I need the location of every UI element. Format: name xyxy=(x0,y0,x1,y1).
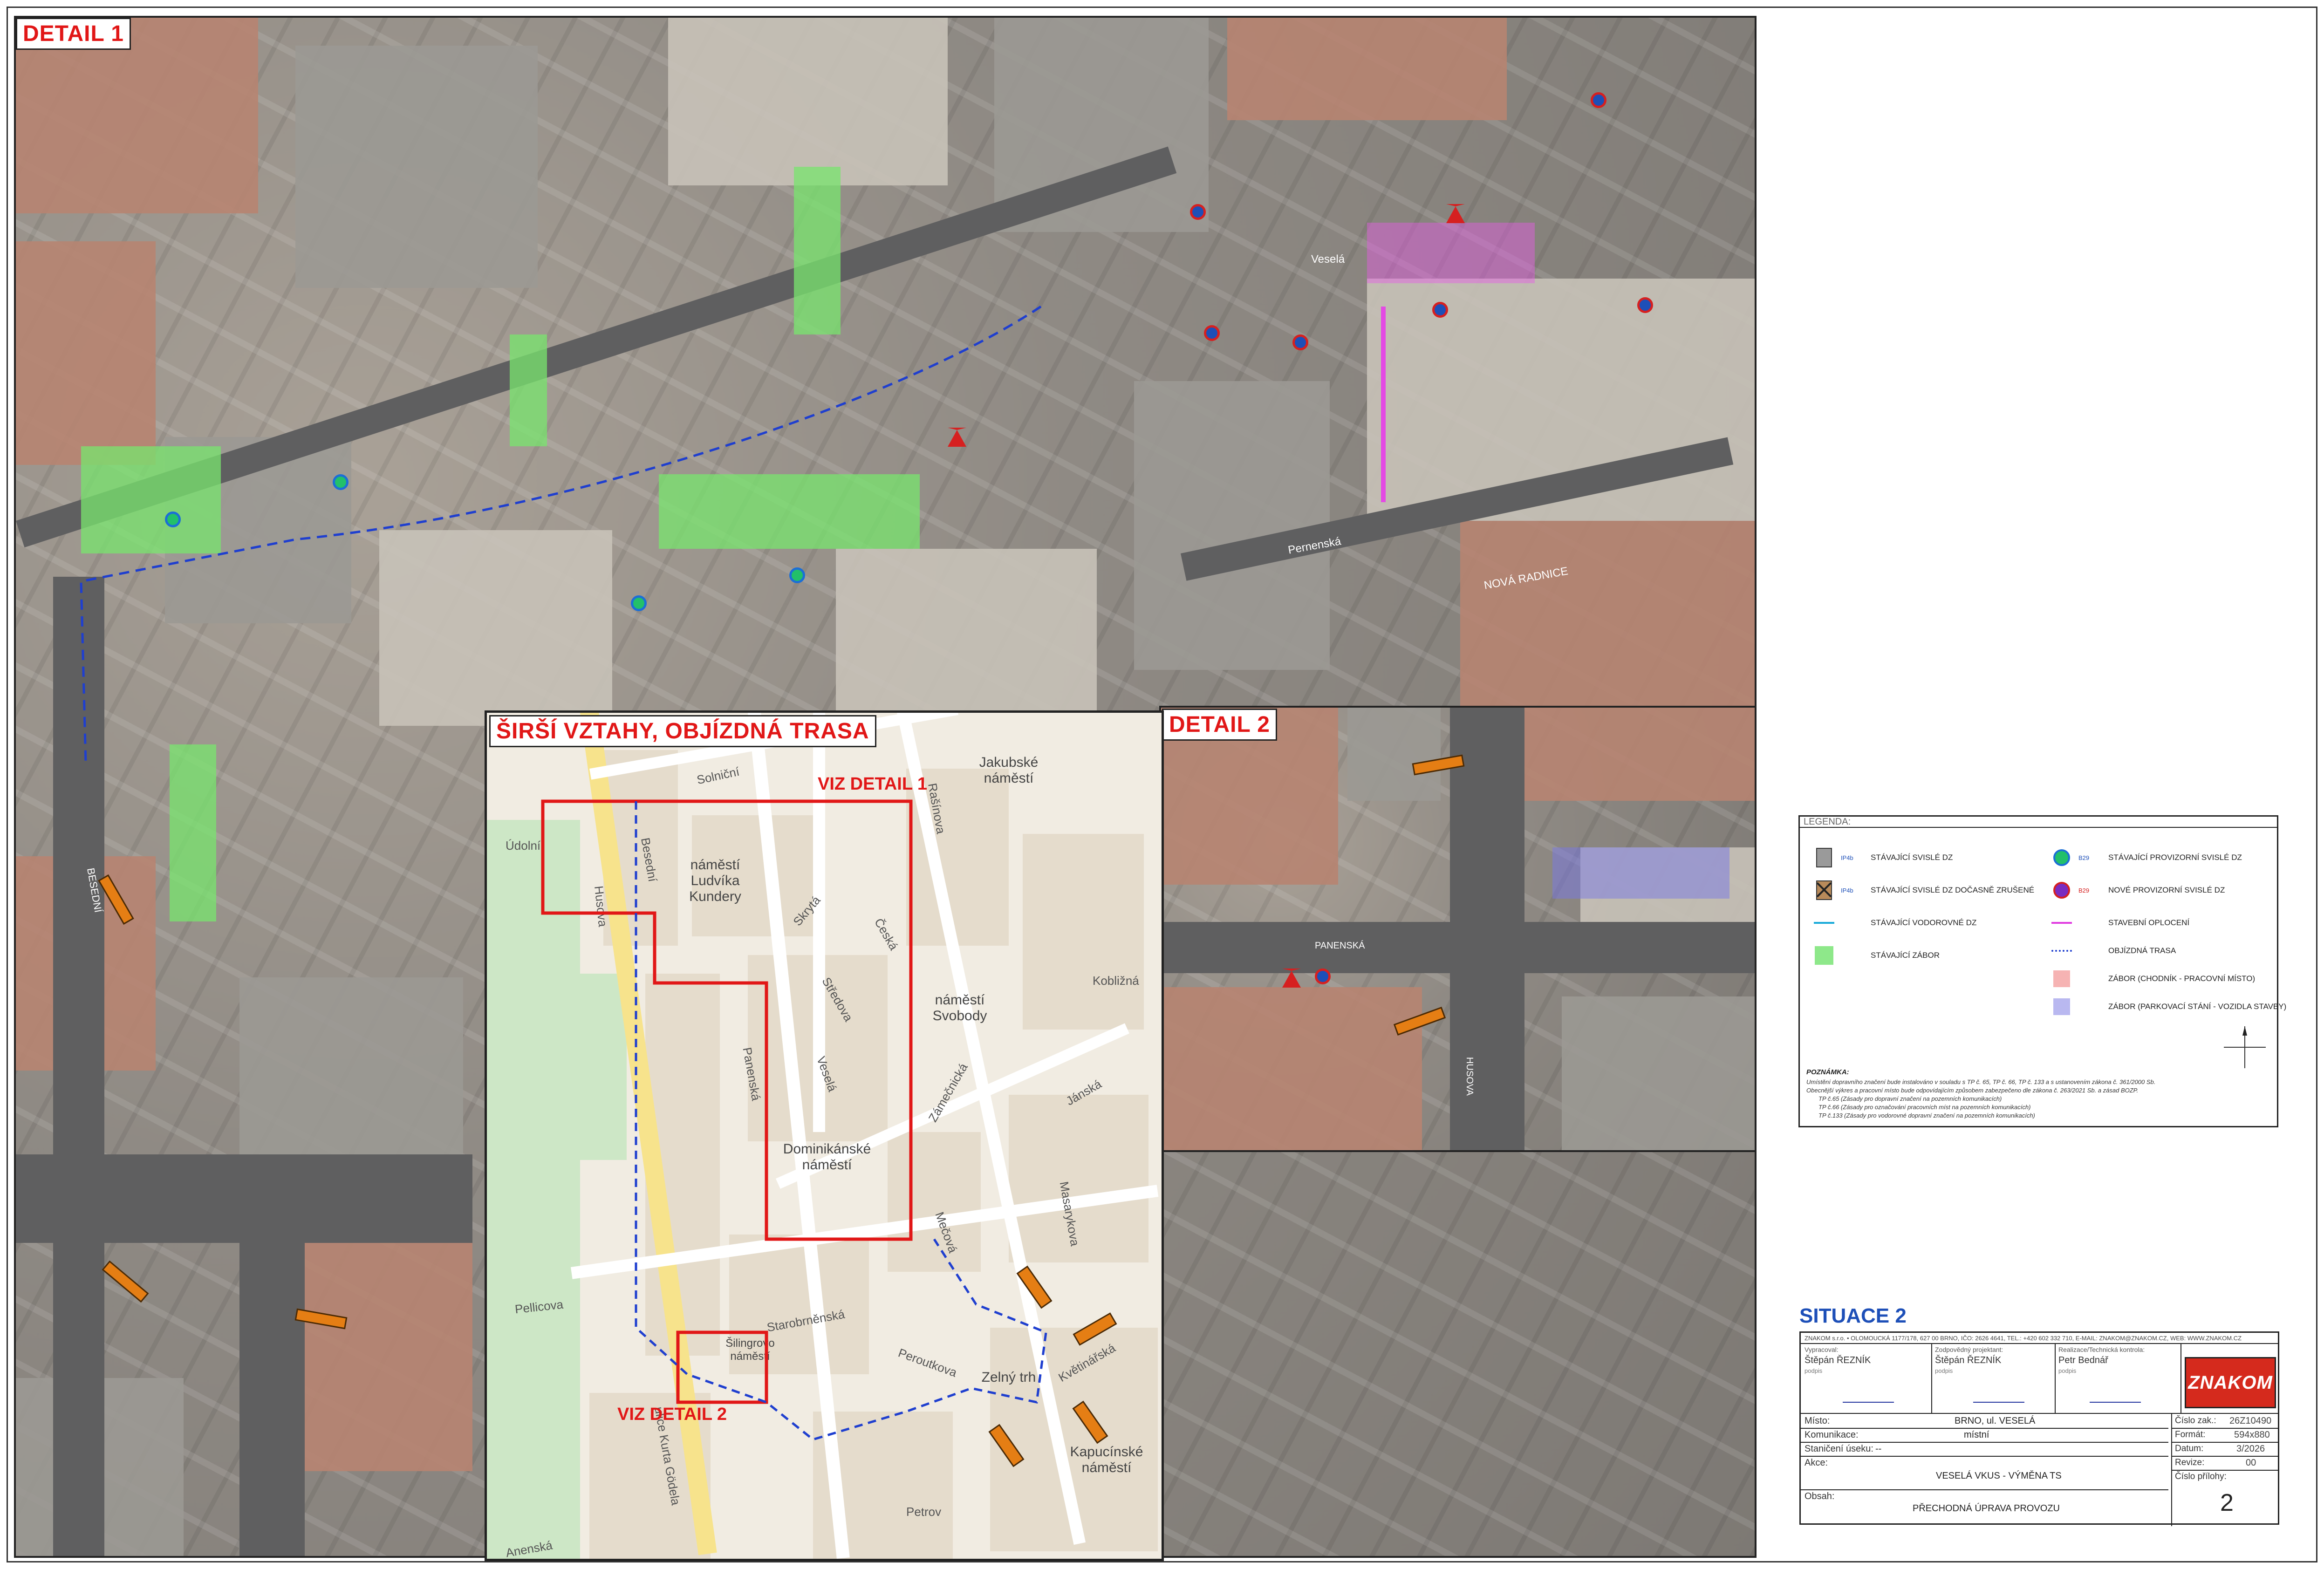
role-name: Petr Bednář xyxy=(2058,1355,2108,1365)
role-label: Zodpovědný projektant: xyxy=(1935,1346,2003,1353)
title-block: ZNAKOM s.r.o. • OLOMOUCKÁ 1177/178, 627 … xyxy=(1799,1331,2279,1526)
viz-detail2-label: VIZ DETAIL 2 xyxy=(617,1405,727,1424)
field-label: Revize: xyxy=(2175,1458,2205,1467)
legend-item: STÁVAJÍCÍ VODOROVNÉ DZ xyxy=(1814,910,1976,936)
legend-item: IP4b STÁVAJÍCÍ SVISLÉ DZ xyxy=(1814,845,1953,871)
field-label: Číslo přílohy: xyxy=(2175,1472,2227,1481)
role-label: Vypracoval: xyxy=(1805,1346,1839,1353)
blue-dotted-line-icon xyxy=(2051,941,2072,961)
legend-item: OBJÍZDNÁ TRASA xyxy=(2051,938,2176,964)
note-title: POZNÁMKA: xyxy=(1806,1068,1849,1076)
company-logo: ZNAKOM xyxy=(2185,1357,2276,1408)
field-label: Formát: xyxy=(2175,1430,2206,1439)
sheet-title: SITUACE 2 xyxy=(1799,1304,1907,1327)
wider-relations-map: Údolní Solniční Besední Skrytá Česká Stř… xyxy=(485,710,1164,1561)
signature-label: podpis xyxy=(1935,1367,1953,1374)
role-label: Realizace/Technická kontrola: xyxy=(2058,1346,2145,1353)
purple-circle-sign-icon xyxy=(2051,880,2072,900)
signature-icon xyxy=(1843,1384,1894,1403)
green-area-icon xyxy=(1814,945,1834,966)
legend: LEGENDA: IP4b STÁVAJÍCÍ SVISLÉ DZ IP4b S… xyxy=(1798,815,2286,1127)
signature-icon xyxy=(1973,1384,2024,1403)
note-line: Obecnější výkres a pracovní místo bude o… xyxy=(1806,1087,2139,1094)
legend-item: IP4b STÁVAJÍCÍ SVISLÉ DZ DOČASNĚ ZRUŠENÉ xyxy=(1814,877,2034,903)
wider-relations-label: ŠIRŠÍ VZTAHY, OBJÍZDNÁ TRASA xyxy=(489,715,876,747)
legend-item: B29 STÁVAJÍCÍ PROVIZORNÍ SVISLÉ DZ xyxy=(2051,845,2242,871)
field-label: Místo: xyxy=(1805,1416,1830,1426)
legend-title: LEGENDA: xyxy=(1804,817,1851,827)
field-label: Obsah: xyxy=(1805,1491,1835,1501)
signature-icon xyxy=(2090,1384,2141,1403)
signature-label: podpis xyxy=(2058,1367,2077,1374)
street-label: HUSOVA xyxy=(1464,1057,1475,1096)
field-label: Datum: xyxy=(2175,1444,2204,1453)
legend-item: B29 NOVÉ PROVIZORNÍ SVISLÉ DZ xyxy=(2051,877,2225,903)
role-name: Štěpán ŘEZNÍK xyxy=(1805,1355,1871,1365)
detail2-aerial: PANENSKÁ HUSOVA xyxy=(1159,706,1757,1152)
north-arrow-icon xyxy=(2224,1026,2266,1068)
detail1-label: DETAIL 1 xyxy=(16,18,131,50)
detail2-label: DETAIL 2 xyxy=(1162,709,1277,741)
note-line: TP č.133 (Zásady pro vodorovné dopravní … xyxy=(1818,1112,2035,1119)
street-label: PANENSKÁ xyxy=(1315,941,1365,951)
gray-sign-icon xyxy=(1814,847,1834,868)
field-label: Staničení úseku: xyxy=(1805,1444,1873,1454)
note-line: TP č.66 (Zásady pro označování pracovníc… xyxy=(1818,1104,2031,1111)
magenta-line-icon xyxy=(2051,913,2072,933)
viz-detail1-outline xyxy=(541,799,1117,1467)
note-line: TP č.65 (Zásady pro dopravní značení na … xyxy=(1818,1095,2002,1102)
lavender-area-icon xyxy=(2051,996,2072,1017)
note-line: Umístění dopravního značení bude instalo… xyxy=(1806,1078,2156,1085)
signature-label: podpis xyxy=(1805,1367,1823,1374)
crossed-sign-icon xyxy=(1814,880,1834,900)
field-label: Komunikace: xyxy=(1805,1430,1859,1440)
field-value: VESELÁ VKUS - VÝMĚNA TS xyxy=(1936,1471,2062,1481)
legend-item: STÁVAJÍCÍ ZÁBOR xyxy=(1814,942,1940,969)
detour-route-line xyxy=(80,305,1042,763)
field-value: -- xyxy=(1875,1444,1882,1454)
field-value: 3/2026 xyxy=(2236,1444,2265,1454)
pink-area-icon xyxy=(2051,969,2072,989)
field-value: PŘECHODNÁ ÚPRAVA PROVOZU xyxy=(1913,1503,2060,1514)
legend-item: ZÁBOR (CHODNÍK - PRACOVNÍ MÍSTO) xyxy=(2051,966,2255,992)
green-circle-sign-icon xyxy=(2051,847,2072,868)
viz-detail1-label: VIZ DETAIL 1 xyxy=(818,774,928,794)
legend-item: STAVEBNÍ OPLOCENÍ xyxy=(2051,910,2189,936)
street-label: Veselá xyxy=(1311,253,1345,266)
field-label: Číslo zak.: xyxy=(2175,1416,2216,1426)
field-value: 00 xyxy=(2246,1458,2256,1468)
legend-item: ZÁBOR (PARKOVACÍ STÁNÍ - VOZIDLA STAVBY) xyxy=(2051,994,2286,1020)
field-label: Akce: xyxy=(1805,1458,1828,1468)
field-value: místní xyxy=(1964,1430,1989,1440)
attachment-number: 2 xyxy=(2220,1489,2234,1516)
role-name: Štěpán ŘEZNÍK xyxy=(1935,1355,2002,1365)
field-value: 26Z10490 xyxy=(2229,1416,2272,1426)
field-value: BRNO, ul. VESELÁ xyxy=(1955,1416,2036,1426)
company-line: ZNAKOM s.r.o. • OLOMOUCKÁ 1177/178, 627 … xyxy=(1805,1335,2242,1342)
cyan-line-icon xyxy=(1814,913,1834,933)
field-value: 594x880 xyxy=(2234,1430,2270,1440)
